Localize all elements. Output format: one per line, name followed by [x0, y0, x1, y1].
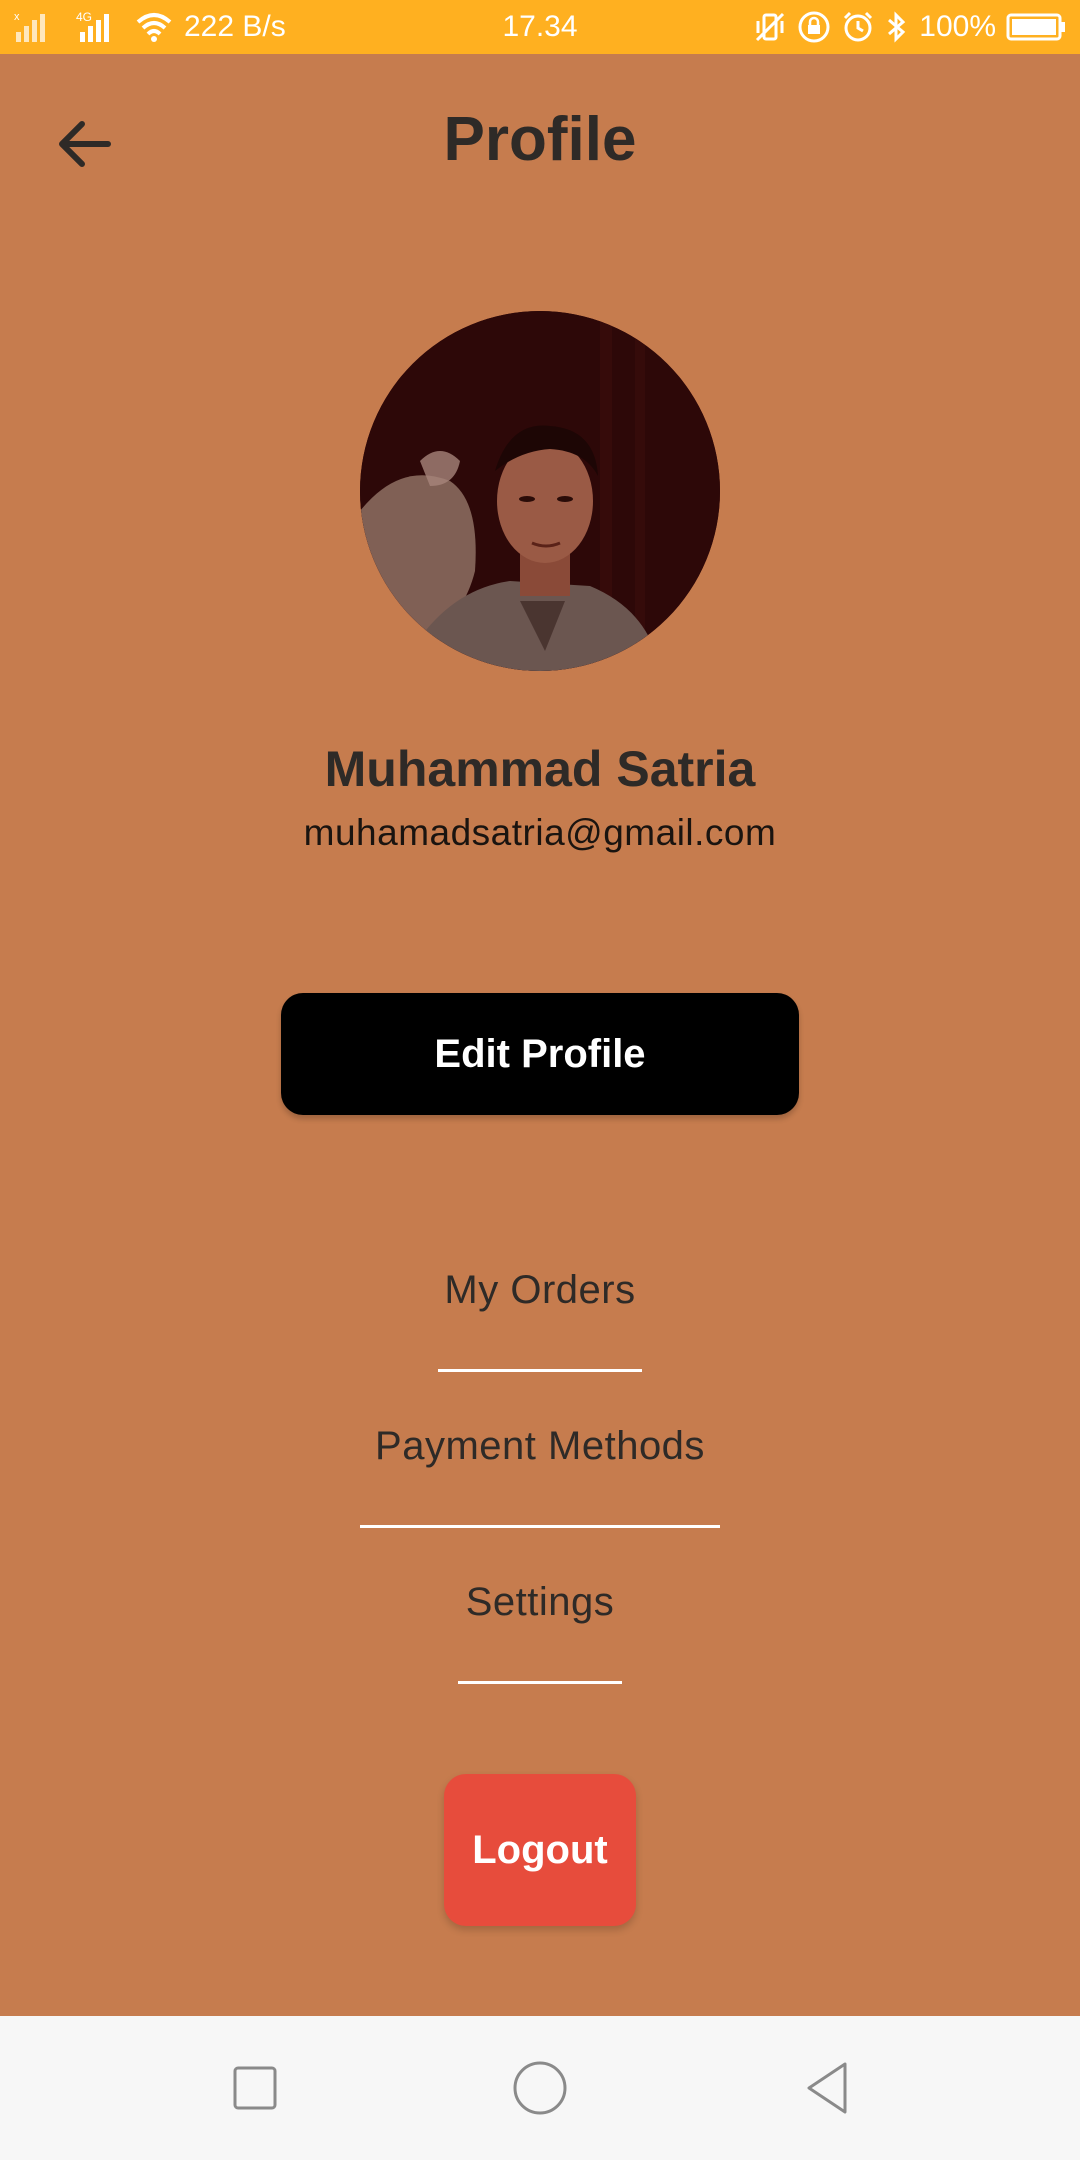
- edit-profile-button[interactable]: Edit Profile: [281, 993, 799, 1115]
- page-title: Profile: [443, 105, 637, 174]
- menu-item-settings[interactable]: Settings: [0, 1580, 1080, 1625]
- user-name: Muhammad Satria: [324, 741, 756, 797]
- square-icon: [219, 2066, 291, 2128]
- avatar: [360, 311, 720, 671]
- alarm-icon: [841, 10, 875, 44]
- circle-icon: [504, 2061, 576, 2128]
- menu-divider: [458, 1681, 622, 1684]
- home-button[interactable]: [504, 2052, 576, 2124]
- triangle-back-icon: [793, 2062, 865, 2128]
- back-nav-button[interactable]: [793, 2052, 865, 2124]
- recent-apps-button[interactable]: [219, 2052, 291, 2124]
- logout-button[interactable]: Logout: [444, 1774, 636, 1926]
- bluetooth-icon: [885, 10, 909, 44]
- profile-screen: Profile Muhammad Satria muhamadsatria@gm…: [0, 54, 1080, 2016]
- menu-item-my-orders[interactable]: My Orders: [0, 1268, 1080, 1313]
- status-bar: x 4G 222 B/s 17.34 100%: [0, 0, 1080, 54]
- navigation-bar: [0, 2016, 1080, 2160]
- battery-percent: 100%: [919, 10, 996, 43]
- lock-rotation-icon: [797, 10, 831, 44]
- vibrate-icon: [753, 10, 787, 44]
- menu-item-payment-methods[interactable]: Payment Methods: [0, 1424, 1080, 1469]
- menu-divider: [438, 1369, 642, 1372]
- status-right: 100%: [753, 0, 1066, 54]
- battery-icon: [1006, 12, 1066, 42]
- menu-divider: [360, 1525, 720, 1528]
- user-email: muhamadsatria@gmail.com: [303, 812, 777, 853]
